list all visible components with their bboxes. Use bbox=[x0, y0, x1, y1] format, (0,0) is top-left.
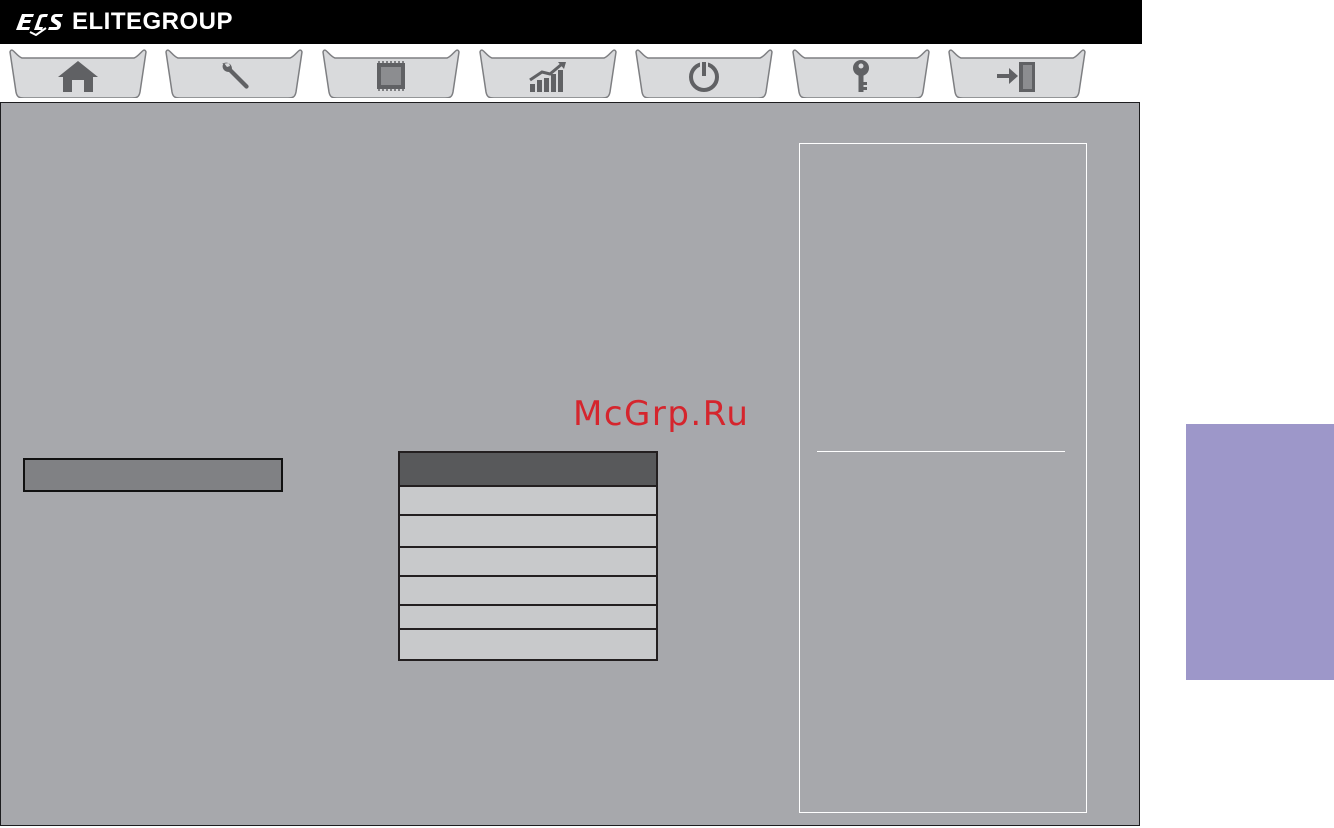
power-icon bbox=[689, 61, 719, 92]
tab-boot[interactable] bbox=[634, 48, 774, 98]
performance-chart-icon bbox=[529, 62, 566, 92]
chip-icon bbox=[377, 61, 405, 91]
option-dropdown[interactable] bbox=[398, 451, 658, 661]
dropdown-header bbox=[400, 453, 656, 487]
brand-name: ELITEGROUP bbox=[72, 8, 234, 35]
ecs-logo-icon bbox=[16, 14, 63, 36]
dropdown-option[interactable] bbox=[400, 606, 656, 630]
home-icon bbox=[58, 61, 98, 92]
key-icon bbox=[853, 60, 869, 92]
tab-main[interactable] bbox=[8, 48, 148, 98]
dropdown-option[interactable] bbox=[400, 630, 656, 659]
tab-advanced[interactable] bbox=[164, 48, 304, 98]
wrench-icon bbox=[222, 62, 249, 89]
dropdown-option[interactable] bbox=[400, 548, 656, 577]
tab-exit[interactable] bbox=[947, 48, 1087, 98]
brand-logo: ELITEGROUP bbox=[12, 7, 233, 37]
watermark: McGrp.Ru bbox=[573, 394, 750, 434]
selected-menu-item[interactable] bbox=[23, 458, 283, 492]
tab-security[interactable] bbox=[791, 48, 931, 98]
top-bar: ELITEGROUP bbox=[0, 0, 1142, 44]
dropdown-option[interactable] bbox=[400, 516, 656, 548]
help-panel bbox=[799, 143, 1087, 813]
tab-mib[interactable] bbox=[478, 48, 618, 98]
chapter-side-tab bbox=[1186, 424, 1334, 680]
exit-door-icon bbox=[997, 62, 1035, 92]
dropdown-option[interactable] bbox=[400, 487, 656, 516]
dropdown-option[interactable] bbox=[400, 577, 656, 606]
help-divider bbox=[817, 451, 1065, 452]
tab-bar bbox=[0, 44, 1142, 102]
tab-chipset[interactable] bbox=[321, 48, 461, 98]
